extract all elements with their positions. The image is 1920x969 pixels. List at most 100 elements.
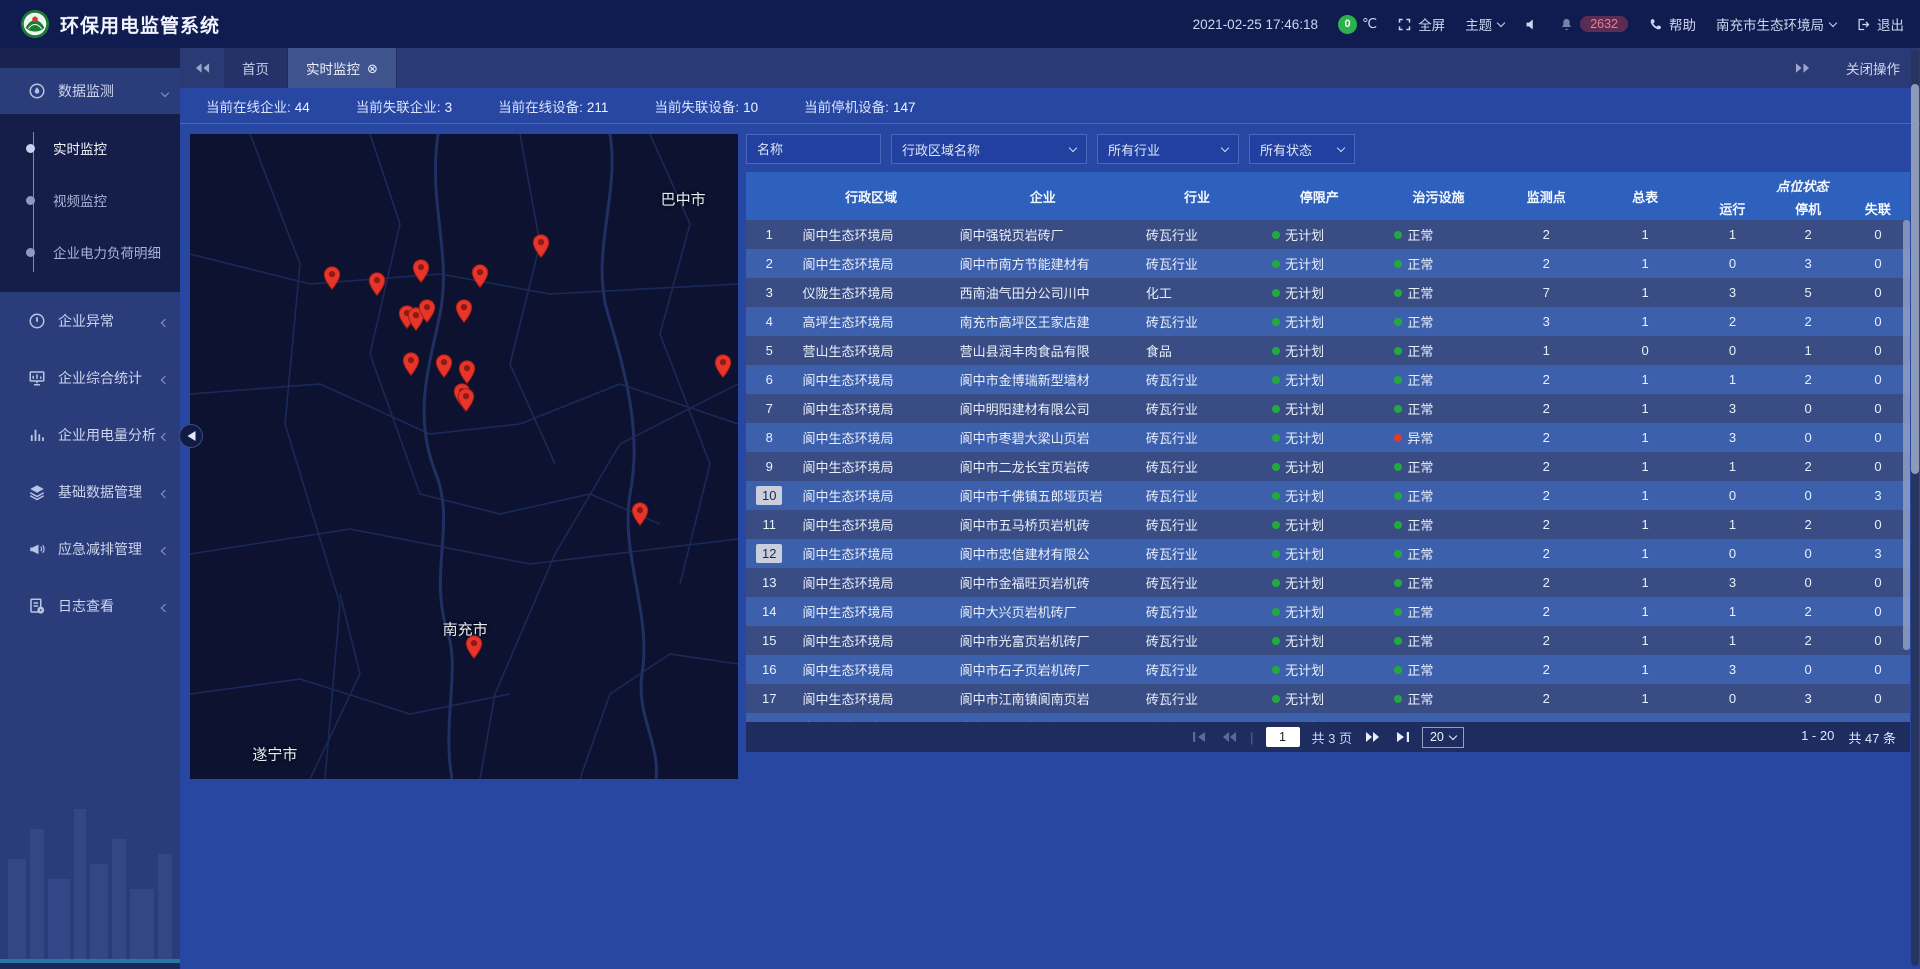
sidebar-item-2[interactable]: 企业综合统计 [0, 349, 180, 406]
cell-meters: 1 [1596, 517, 1695, 532]
sidebar-subitem-视频监控[interactable]: 视频监控 [0, 174, 180, 226]
map-pin[interactable] [533, 234, 550, 258]
map-pin[interactable] [413, 259, 430, 283]
cell-run: 0 [1695, 343, 1771, 358]
page-number-input[interactable] [1266, 727, 1300, 747]
industry-filter-select[interactable]: 所有行业 [1097, 134, 1239, 164]
cell-company: 南充市高坪区王家店建 [950, 312, 1136, 331]
cell-halt: 2 [1770, 314, 1846, 329]
map-panel[interactable]: 巴中市南充市遂宁市 [190, 134, 738, 779]
map-pin[interactable] [323, 266, 340, 290]
status-filter-select[interactable]: 所有状态 [1249, 134, 1355, 164]
table-row[interactable]: 17阆中生态环境局阆中市江南镇阆南页岩砖瓦行业无计划正常21030 [746, 684, 1910, 713]
cell-run: 3 [1695, 662, 1771, 677]
tabs-scroll-right-button[interactable] [1780, 62, 1824, 74]
close-operations-button[interactable]: 关闭操作 [1846, 58, 1900, 78]
table-row[interactable]: 4高坪生态环境局南充市高坪区王家店建砖瓦行业无计划正常31220 [746, 307, 1910, 336]
theme-dropdown[interactable]: 主题 [1465, 14, 1504, 34]
status-dot-green-icon [1394, 579, 1402, 587]
table-row[interactable]: 3仪陇生态环境局西南油气田分公司川中化工无计划正常71350 [746, 278, 1910, 307]
stats-bar: 当前在线企业:44当前失联企业:3当前在线设备:211当前失联设备:10当前停机… [180, 88, 1920, 124]
sidebar-subitem-企业电力负荷明细[interactable]: 企业电力负荷明细 [0, 226, 180, 278]
map-pin[interactable] [418, 299, 435, 323]
sidebar-subitem-实时监控[interactable]: 实时监控 [0, 122, 180, 174]
col-run: 运行 [1695, 196, 1771, 220]
table-row[interactable]: 6阆中生态环境局阆中市金博瑞新型墙材砖瓦行业无计划正常21120 [746, 365, 1910, 394]
map-pin[interactable] [631, 502, 648, 526]
map-pin[interactable] [456, 299, 473, 323]
table-row[interactable]: 9阆中生态环境局阆中市二龙长宝页岩砖砖瓦行业无计划正常21120 [746, 452, 1910, 481]
cell-facility-status: 正常 [1380, 660, 1496, 679]
cell-halt: 2 [1770, 517, 1846, 532]
name-filter-input[interactable] [757, 142, 870, 157]
table-row[interactable]: 18南部生态环境局南部县双华水泥有限公砖瓦行业无计划正常21060 [746, 713, 1910, 722]
first-page-button[interactable] [1192, 731, 1209, 743]
page-size-select[interactable]: 20 [1422, 727, 1464, 748]
cell-region: 高坪生态环境局 [793, 312, 950, 331]
cell-meters: 1 [1596, 662, 1695, 677]
status-dot-green-icon [1272, 231, 1280, 239]
cell-index: 13 [746, 573, 793, 592]
table-row[interactable]: 14阆中生态环境局阆中大兴页岩机砖厂砖瓦行业无计划正常21120 [746, 597, 1910, 626]
tabs-scroll-left-button[interactable] [180, 48, 224, 88]
table-row[interactable]: 15阆中生态环境局阆中市光富页岩机砖厂砖瓦行业无计划正常21120 [746, 626, 1910, 655]
sidebar-item-label: 应急减排管理 [58, 539, 142, 559]
last-page-button[interactable] [1393, 731, 1410, 743]
sidebar-item-6[interactable]: 日志查看 [0, 577, 180, 634]
user-dropdown[interactable]: 南充市生态环境局 [1716, 14, 1836, 34]
notifications-button[interactable]: 2632 [1559, 16, 1628, 32]
sidebar-item-0[interactable]: 数据监测 [0, 68, 180, 114]
cell-halt: 2 [1770, 227, 1846, 242]
sidebar-item-3[interactable]: 企业用电量分析 [0, 406, 180, 463]
table-row[interactable]: 11阆中生态环境局阆中市五马桥页岩机砖砖瓦行业无计划正常21120 [746, 510, 1910, 539]
tab-实时监控[interactable]: 实时监控⊗ [288, 48, 397, 88]
cell-meters: 1 [1596, 633, 1695, 648]
next-page-button[interactable] [1364, 731, 1381, 743]
enterprise-table: 行政区域 企业 行业 停限产 治污设施 监测点 总表 点位状态 运行 停机 失联 [746, 172, 1910, 969]
cell-index: 1 [746, 225, 793, 244]
tab-close-icon[interactable]: ⊗ [367, 62, 378, 75]
table-row[interactable]: 2阆中生态环境局阆中市南方节能建材有砖瓦行业无计划正常21030 [746, 249, 1910, 278]
status-dot-green-icon [1394, 550, 1402, 558]
map-pin[interactable] [436, 354, 453, 378]
cell-company: 营山县润丰肉食品有限 [950, 341, 1136, 360]
chevron-left-icon [162, 313, 168, 329]
cell-stop-status: 无计划 [1258, 457, 1380, 476]
help-button[interactable]: 帮助 [1648, 14, 1696, 34]
name-filter[interactable] [746, 134, 881, 164]
page-scrollbar[interactable] [1911, 50, 1919, 966]
sidebar-item-4[interactable]: 基础数据管理 [0, 463, 180, 520]
cell-industry: 砖瓦行业 [1136, 689, 1258, 708]
map-pin[interactable] [458, 388, 475, 412]
map-pin[interactable] [465, 635, 482, 659]
cell-index: 7 [746, 399, 793, 418]
table-row[interactable]: 13阆中生态环境局阆中市金福旺页岩机砖砖瓦行业无计划正常21300 [746, 568, 1910, 597]
tab-首页[interactable]: 首页 [224, 48, 288, 88]
cell-region: 阆中生态环境局 [793, 486, 950, 505]
map-pin[interactable] [715, 354, 732, 378]
table-row[interactable]: 5营山生态环境局营山县润丰肉食品有限食品无计划正常10010 [746, 336, 1910, 365]
table-row[interactable]: 10阆中生态环境局阆中市千佛镇五郎垭页岩砖瓦行业无计划正常21003 [746, 481, 1910, 510]
cell-facility-status: 正常 [1380, 689, 1496, 708]
table-row[interactable]: 1阆中生态环境局阆中强锐页岩砖厂砖瓦行业无计划正常21120 [746, 220, 1910, 249]
table-row[interactable]: 8阆中生态环境局阆中市枣碧大梁山页岩砖瓦行业无计划异常21300 [746, 423, 1910, 452]
cell-run: 0 [1695, 691, 1771, 706]
table-row[interactable]: 16阆中生态环境局阆中市石子页岩机砖厂砖瓦行业无计划正常21300 [746, 655, 1910, 684]
region-filter-select[interactable]: 行政区域名称 [891, 134, 1087, 164]
table-scrollbar[interactable] [1903, 220, 1910, 650]
table-row[interactable]: 7阆中生态环境局阆中明阳建材有限公司砖瓦行业无计划正常21300 [746, 394, 1910, 423]
datetime: 2021-02-25 17:46:18 [1193, 17, 1318, 32]
sidebar-item-5[interactable]: 应急减排管理 [0, 520, 180, 577]
sound-button[interactable] [1524, 17, 1539, 32]
map-pin[interactable] [458, 360, 475, 384]
map-pin[interactable] [402, 352, 419, 376]
logout-button[interactable]: 退出 [1856, 14, 1904, 34]
sidebar-item-1[interactable]: 企业异常 [0, 292, 180, 349]
map-pin[interactable] [368, 272, 385, 296]
fullscreen-button[interactable]: 全屏 [1397, 14, 1445, 34]
prev-page-button[interactable] [1221, 731, 1238, 743]
cell-run: 0 [1695, 488, 1771, 503]
page-scrollbar-thumb[interactable] [1911, 84, 1919, 474]
map-pin[interactable] [471, 264, 488, 288]
table-row[interactable]: 12阆中生态环境局阆中市忠信建材有限公砖瓦行业无计划正常21003 [746, 539, 1910, 568]
